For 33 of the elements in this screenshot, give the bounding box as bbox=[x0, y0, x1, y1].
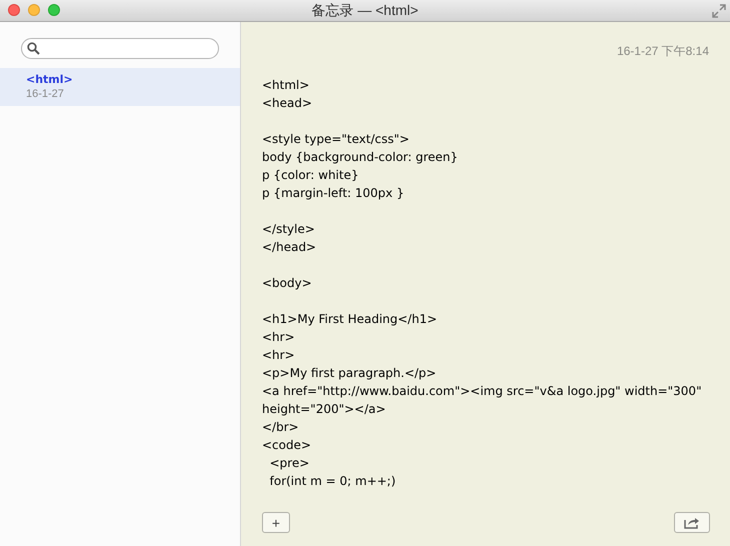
note-line: <body> bbox=[262, 275, 312, 292]
share-button[interactable] bbox=[674, 512, 710, 533]
minimize-button[interactable] bbox=[28, 4, 40, 16]
zoom-button[interactable] bbox=[48, 4, 60, 16]
note-line: <hr> bbox=[262, 329, 295, 346]
note-line: <hr> bbox=[262, 347, 295, 364]
note-line: <h1>My First Heading</h1> bbox=[262, 311, 438, 328]
note-date: 16-1-27 bbox=[26, 87, 65, 102]
fullscreen-icon[interactable] bbox=[712, 4, 726, 18]
note-line: height="200"></a> bbox=[262, 401, 386, 418]
search-field[interactable] bbox=[21, 38, 219, 59]
note-list-item[interactable]: <html> 16-1-27 bbox=[0, 68, 240, 106]
note-line: <pre> bbox=[268, 455, 310, 472]
close-button[interactable] bbox=[8, 4, 20, 16]
note-line: <code> bbox=[262, 437, 312, 454]
share-icon bbox=[684, 516, 700, 528]
add-button[interactable]: + bbox=[262, 512, 290, 533]
note-line: body {background-color: green} bbox=[262, 149, 458, 166]
note-line: </head> bbox=[262, 239, 316, 256]
note-line: <head> bbox=[262, 95, 312, 112]
note-line: <html> bbox=[262, 77, 310, 94]
note-line: <style type="text/css"> bbox=[262, 131, 410, 148]
note-timestamp: 16-1-27 下午8:14 bbox=[616, 43, 709, 60]
note-line: for(int m = 0; m++;) bbox=[268, 473, 396, 490]
search-icon bbox=[27, 42, 40, 55]
window-title: 备忘录 — <html> bbox=[312, 1, 418, 20]
note-line: p {margin-left: 100px } bbox=[262, 185, 404, 202]
note-title: <html> bbox=[26, 72, 74, 87]
note-line: p {color: white} bbox=[262, 167, 359, 184]
note-line: </br> bbox=[262, 419, 299, 436]
note-line: <p>My first paragraph.</p> bbox=[262, 365, 436, 382]
note-line: <a href="http://www.baidu.com"><img src="v&a logo.jpg" width="300" bbox=[262, 383, 702, 400]
note-line: </style> bbox=[262, 221, 315, 238]
